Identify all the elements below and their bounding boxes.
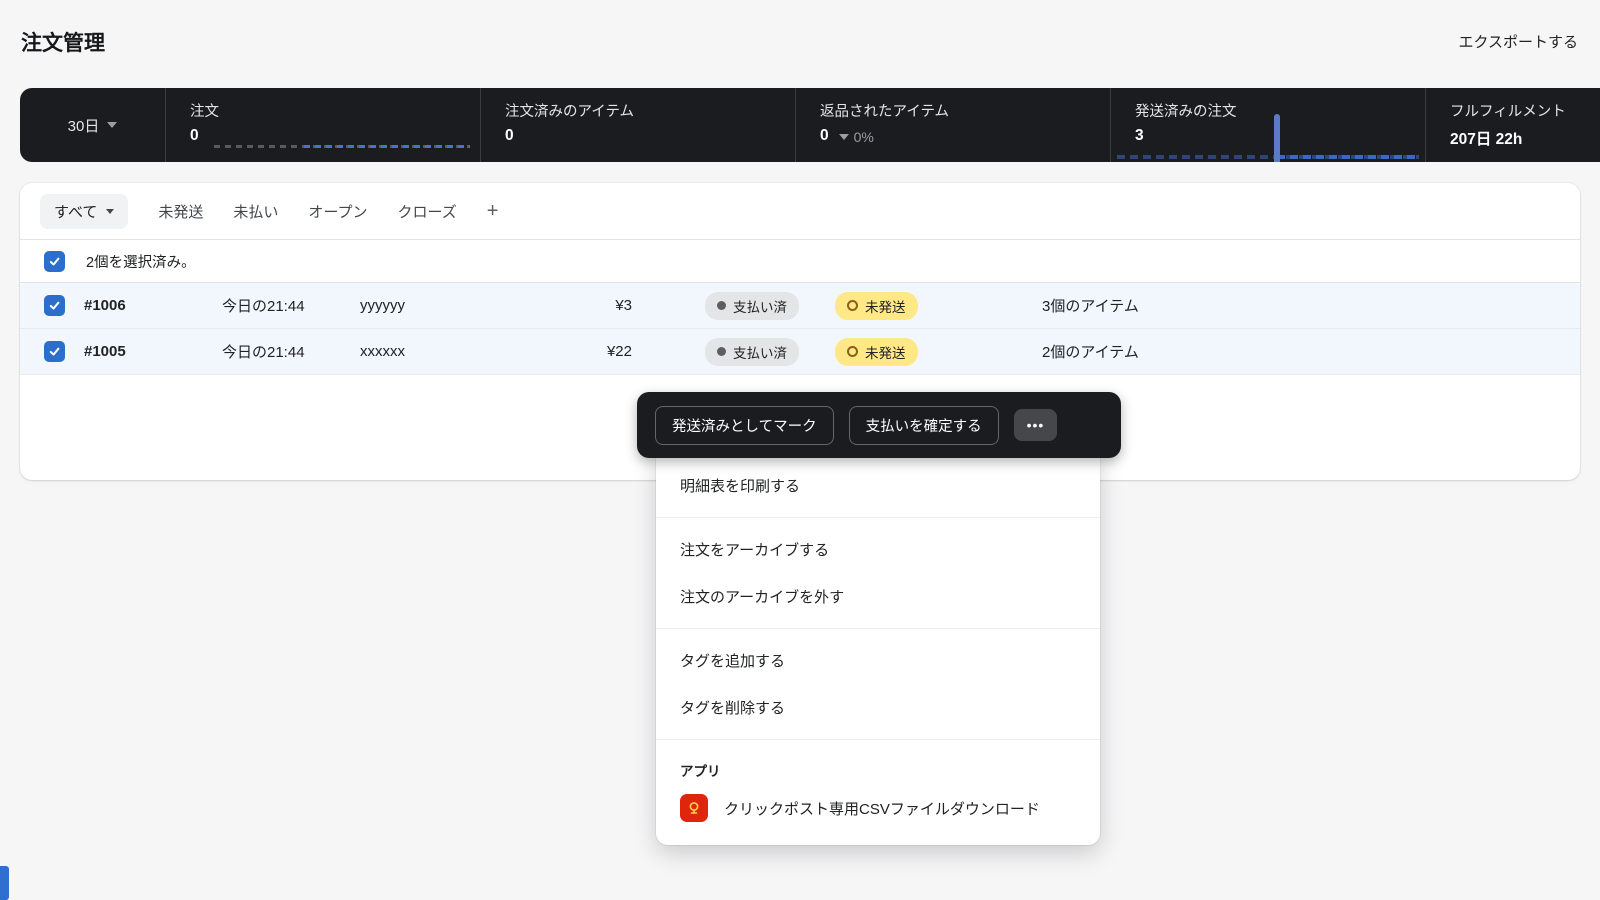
check-icon [48, 345, 61, 358]
table-row[interactable]: #1005 今日の21:44 xxxxxx ¥22 支払い済 未発送 2個のアイ… [20, 329, 1580, 375]
metric-label: 注文 [190, 100, 480, 121]
sparkline-orders [214, 145, 470, 148]
metric-ordered-items[interactable]: 注文済みのアイテム 0 [481, 88, 796, 162]
order-number: #1005 [84, 329, 126, 374]
order-date: 今日の21:44 [222, 329, 305, 374]
payment-status-label: 支払い済 [733, 342, 787, 362]
menu-item-clickpost-csv[interactable]: クリックポスト専用CSVファイルダウンロード [656, 784, 1100, 832]
app-item-label: クリックポスト専用CSVファイルダウンロード [724, 798, 1040, 819]
paid-dot-icon [717, 301, 726, 310]
fulfillment-status-badge: 未発送 [835, 283, 918, 328]
order-date: 今日の21:44 [222, 283, 305, 328]
unfulfilled-ring-icon [847, 300, 858, 311]
check-icon [48, 255, 61, 268]
edge-artifact [0, 866, 9, 900]
more-actions-button[interactable]: ••• [1014, 409, 1058, 441]
tab-all[interactable]: すべて [40, 194, 128, 229]
metric-shipped-orders[interactable]: 発送済みの注文 3 [1111, 88, 1426, 162]
stats-bar: 30日 注文 0 注文済みのアイテム 0 返品されたアイテム 0 0% 発送済みの… [20, 88, 1600, 162]
sparkline-shipped [1117, 155, 1419, 159]
metric-orders[interactable]: 注文 0 [166, 88, 481, 162]
clickpost-app-icon [680, 794, 708, 822]
order-customer: xxxxxx [360, 329, 405, 374]
period-selector[interactable]: 30日 [20, 88, 166, 162]
menu-group: タグを追加する タグを削除する [656, 629, 1100, 740]
metric-fulfillment[interactable]: フルフィルメント 207日 22h [1426, 88, 1600, 162]
page-title: 注文管理 [21, 27, 105, 57]
metric-delta: 0% [854, 129, 874, 145]
add-view-button[interactable]: + [487, 201, 499, 221]
metric-value: 0 [190, 127, 480, 145]
filter-tabs: すべて 未発送 未払い オープン クローズ + [20, 183, 1580, 240]
payment-status-label: 支払い済 [733, 296, 787, 316]
order-items-count: 2個のアイテム [1042, 329, 1139, 374]
metric-label: 注文済みのアイテム [505, 100, 795, 121]
menu-group-apps: アプリ クリックポスト専用CSVファイルダウンロード [656, 740, 1100, 840]
menu-item-print-packing-slips[interactable]: 明細表を印刷する [656, 462, 1100, 509]
sparkline-spike [1274, 114, 1280, 162]
bulk-actions-bar: 発送済みとしてマーク 支払いを確定する ••• [637, 392, 1121, 458]
select-all-checkbox[interactable] [44, 251, 65, 272]
menu-group: 注文をアーカイブする 注文のアーカイブを外す [656, 518, 1100, 629]
capture-payment-button[interactable]: 支払いを確定する [849, 406, 999, 445]
decrease-caret-icon [839, 134, 849, 140]
check-icon [48, 299, 61, 312]
fulfillment-status-label: 未発送 [865, 342, 906, 362]
row-checkbox[interactable] [44, 295, 65, 316]
tab-all-label: すべて [54, 201, 97, 222]
paid-dot-icon [717, 347, 726, 356]
fulfillment-status-label: 未発送 [865, 296, 906, 316]
metric-value: 0 [505, 127, 795, 145]
tab-unfulfilled[interactable]: 未発送 [158, 201, 203, 222]
period-label: 30日 [68, 115, 100, 136]
mark-fulfilled-button[interactable]: 発送済みとしてマーク [655, 406, 834, 445]
order-total: ¥22 [540, 329, 632, 374]
bulk-actions-menu: 明細表を印刷する 注文をアーカイブする 注文のアーカイブを外す タグを追加する … [656, 448, 1100, 845]
order-items-count: 3個のアイテム [1042, 283, 1139, 328]
order-total: ¥3 [540, 283, 632, 328]
menu-item-remove-tags[interactable]: タグを削除する [656, 684, 1100, 731]
metric-label: 返品されたアイテム [820, 100, 1110, 121]
export-button[interactable]: エクスポートする [1458, 31, 1578, 52]
selection-header: 2個を選択済み。 [20, 240, 1580, 283]
row-checkbox[interactable] [44, 341, 65, 362]
metric-value: 207日 22h [1450, 127, 1600, 149]
payment-status-badge: 支払い済 [705, 283, 799, 328]
tab-unpaid[interactable]: 未払い [233, 201, 278, 222]
payment-status-badge: 支払い済 [705, 329, 799, 374]
apps-section-header: アプリ [656, 748, 1100, 784]
tab-open[interactable]: オープン [308, 201, 367, 222]
metric-label: フルフィルメント [1450, 100, 1600, 121]
tab-closed[interactable]: クローズ [398, 201, 457, 222]
order-number: #1006 [84, 283, 126, 328]
metric-returned-items[interactable]: 返品されたアイテム 0 0% [796, 88, 1111, 162]
metric-value-number: 0 [820, 127, 829, 144]
menu-item-archive-orders[interactable]: 注文をアーカイブする [656, 526, 1100, 573]
chevron-down-icon [107, 122, 117, 128]
unfulfilled-ring-icon [847, 346, 858, 357]
order-customer: yyyyyy [360, 283, 405, 328]
chevron-down-icon [106, 209, 114, 214]
fulfillment-status-badge: 未発送 [835, 329, 918, 374]
menu-item-add-tags[interactable]: タグを追加する [656, 637, 1100, 684]
menu-item-unarchive-orders[interactable]: 注文のアーカイブを外す [656, 573, 1100, 620]
table-row[interactable]: #1006 今日の21:44 yyyyyy ¥3 支払い済 未発送 3個のアイテ… [20, 283, 1580, 329]
menu-group: 明細表を印刷する [656, 454, 1100, 518]
metric-value: 0 0% [820, 127, 1110, 145]
selection-count-label: 2個を選択済み。 [86, 251, 196, 272]
